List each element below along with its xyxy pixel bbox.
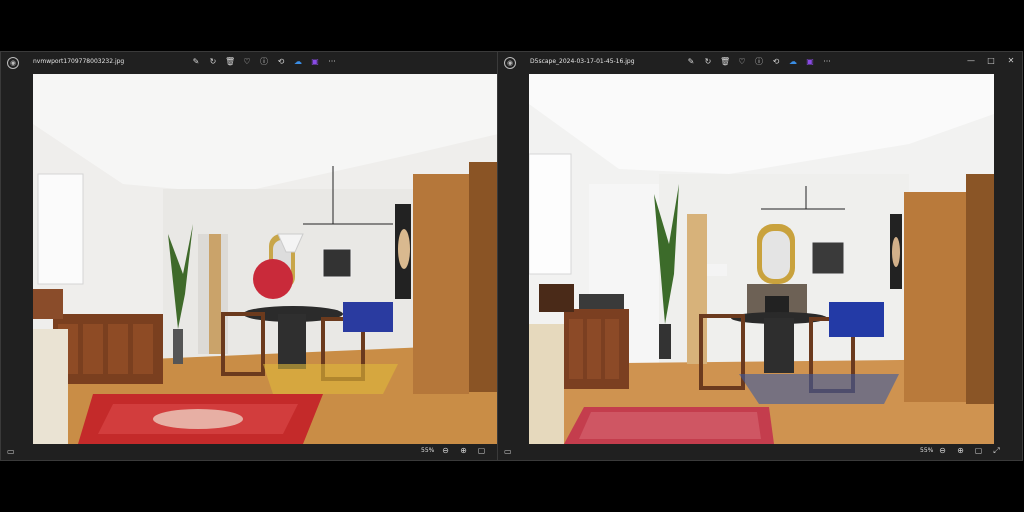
zoom-controls: ⊖ ⊕ ▢ — [441, 446, 486, 455]
enhance-icon[interactable]: ⟲ — [276, 57, 286, 67]
fullscreen-icon[interactable]: ⤢ — [992, 446, 1001, 456]
edit-icon[interactable]: ✎ — [686, 57, 696, 67]
photos-app-icon: ◉ — [504, 57, 516, 69]
file-name: D5scape_2024-03-17-01-45-16.jpg — [530, 58, 635, 65]
zoom-level[interactable]: 55% — [920, 447, 933, 454]
close-icon[interactable]: ✕ — [1006, 56, 1016, 65]
filmstrip-icon[interactable]: ▭ — [504, 447, 512, 456]
interior-photo-left — [33, 74, 497, 444]
zoom-out-icon[interactable]: ⊖ — [441, 446, 450, 455]
window-controls: — □ ✕ — [966, 56, 1016, 65]
status-bar: ▭ 55% ⊖ ⊕ ▢ — [1, 442, 497, 460]
onedrive-icon[interactable]: ☁ — [788, 57, 798, 67]
toolbar: ✎ ↻ 🗑 ♡ ⓘ ⟲ ☁ ▣ ··· — [191, 57, 337, 67]
info-icon[interactable]: ⓘ — [754, 57, 764, 67]
photo-viewer-window-left: ◉ nvmwport1709778003232.jpg ✎ ↻ 🗑 ♡ ⓘ ⟲ … — [0, 51, 498, 461]
photo-viewer-window-right: ◉ D5scape_2024-03-17-01-45-16.jpg ✎ ↻ 🗑 … — [497, 51, 1023, 461]
favorite-icon[interactable]: ♡ — [737, 57, 747, 67]
zoom-level[interactable]: 55% — [421, 447, 434, 454]
title-bar[interactable]: ◉ nvmwport1709778003232.jpg ✎ ↻ 🗑 ♡ ⓘ ⟲ … — [1, 52, 497, 74]
fit-icon[interactable]: ▢ — [974, 446, 983, 456]
zoom-controls: ⊖ ⊕ ▢ ⤢ — [938, 446, 1001, 456]
info-icon[interactable]: ⓘ — [259, 57, 269, 67]
rotate-icon[interactable]: ↻ — [208, 57, 218, 67]
delete-icon[interactable]: 🗑 — [720, 57, 730, 67]
edit-icon[interactable]: ✎ — [191, 57, 201, 67]
maximize-icon[interactable]: □ — [986, 56, 996, 65]
favorite-icon[interactable]: ♡ — [242, 57, 252, 67]
interior-photo-right — [529, 74, 994, 444]
photos-app-icon: ◉ — [7, 57, 19, 69]
zoom-out-icon[interactable]: ⊖ — [938, 446, 947, 456]
delete-icon[interactable]: 🗑 — [225, 57, 235, 67]
filmstrip-icon[interactable]: ▭ — [7, 447, 15, 456]
onedrive-icon[interactable]: ☁ — [293, 57, 303, 67]
photo-canvas[interactable] — [529, 74, 994, 444]
status-bar: ▭ 55% ⊖ ⊕ ▢ ⤢ — [498, 442, 1022, 460]
more-icon[interactable]: ··· — [327, 57, 337, 67]
more-icon[interactable]: ··· — [822, 57, 832, 67]
minimize-icon[interactable]: — — [966, 56, 976, 65]
clipchamp-icon[interactable]: ▣ — [805, 57, 815, 67]
toolbar: ✎ ↻ 🗑 ♡ ⓘ ⟲ ☁ ▣ ··· — [686, 57, 832, 67]
fit-icon[interactable]: ▢ — [477, 446, 486, 455]
photo-canvas[interactable] — [33, 74, 497, 444]
file-name: nvmwport1709778003232.jpg — [33, 58, 125, 65]
zoom-in-icon[interactable]: ⊕ — [956, 446, 965, 456]
title-bar[interactable]: ◉ D5scape_2024-03-17-01-45-16.jpg ✎ ↻ 🗑 … — [498, 52, 1022, 74]
rotate-icon[interactable]: ↻ — [703, 57, 713, 67]
zoom-in-icon[interactable]: ⊕ — [459, 446, 468, 455]
clipchamp-icon[interactable]: ▣ — [310, 57, 320, 67]
enhance-icon[interactable]: ⟲ — [771, 57, 781, 67]
